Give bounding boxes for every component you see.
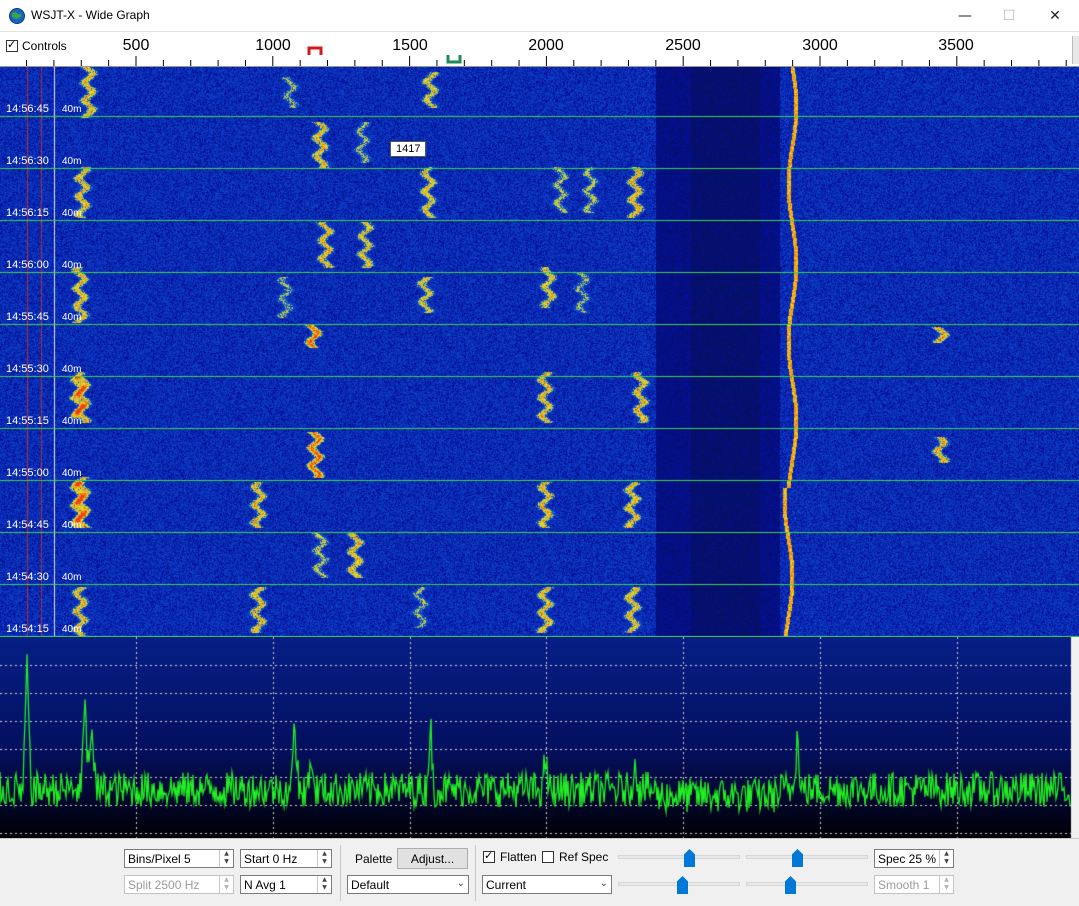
waterfall-band-label: 40m	[62, 260, 82, 271]
chevron-down-icon: ⌄	[456, 878, 465, 889]
waterfall-zero-slider[interactable]	[746, 847, 868, 869]
waterfall-band-label: 40m	[62, 104, 82, 115]
n-avg-value: N Avg 1	[244, 877, 286, 892]
start-frequency-arrows[interactable]: ▲ ▼	[317, 850, 331, 867]
smooth-value: Smooth 1	[878, 877, 930, 892]
waterfall-display[interactable]: 14:56:45 40m 14:56:30 40m 14:56:15 40m 14:56:0…	[0, 67, 1079, 637]
waterfall-timestamp: 14:56:15	[6, 207, 49, 219]
spec-percent-value: Spec 25 %	[878, 851, 937, 866]
palette-select-value: Default	[351, 877, 390, 892]
waterfall-gain-slider[interactable]	[618, 847, 740, 869]
waterfall-timestamp: 14:54:45	[6, 519, 49, 531]
scale-scrollbar[interactable]	[1072, 36, 1079, 64]
chevron-down-icon: ⌄	[599, 878, 608, 889]
split-spinbox: Split 2500 Hz ▲ ▼	[124, 875, 234, 894]
start-frequency-spinbox[interactable]: Start 0 Hz ▲ ▼	[240, 849, 332, 868]
waterfall-timestamp: 14:54:15	[6, 623, 49, 635]
waterfall-timestamp: 14:55:45	[6, 311, 49, 323]
spectrum-canvas[interactable]	[0, 637, 1079, 838]
title-bar: WSJT-X - Wide Graph — ☐ ✕	[0, 0, 1079, 32]
spec-percent-spinbox[interactable]: Spec 25 % ▲ ▼	[874, 849, 954, 868]
slider-thumb[interactable]	[792, 849, 803, 867]
waterfall-band-label: 40m	[62, 624, 82, 635]
start-frequency-value: Start 0 Hz	[244, 851, 298, 866]
waterfall-timestamp: 14:56:30	[6, 155, 49, 167]
ref-spec-checkbox[interactable]: Ref Spec	[542, 850, 608, 864]
spectrum-mode-value: Current	[486, 877, 527, 892]
waterfall-band-label: 40m	[62, 520, 82, 531]
waterfall-timestamp: 14:56:00	[6, 259, 49, 271]
waterfall-band-label: 40m	[62, 208, 82, 219]
spectrum-zero-slider[interactable]	[746, 874, 868, 896]
slider-thumb[interactable]	[677, 876, 688, 894]
slider-thumb[interactable]	[785, 876, 796, 894]
smooth-arrows: ▲ ▼	[939, 876, 953, 893]
waterfall-canvas[interactable]	[0, 67, 1079, 637]
split-value: Split 2500 Hz	[128, 877, 200, 892]
close-button[interactable]: ✕	[1032, 0, 1078, 32]
waterfall-band-label: 40m	[62, 312, 82, 323]
frequency-tooltip: 1417	[390, 141, 427, 157]
waterfall-band-label: 40m	[62, 364, 82, 375]
ref-spec-label: Ref Spec	[559, 850, 609, 864]
minimize-button[interactable]: —	[942, 0, 988, 32]
spectrum-mode-select[interactable]: Current ⌄	[482, 875, 612, 894]
rx-frequency-marker[interactable]	[307, 46, 323, 56]
flatten-checkbox[interactable]: Flatten	[483, 849, 537, 864]
controls-panel: Bins/Pixel 5 ▲ ▼ Start 0 Hz ▲ ▼ Split 2500…	[0, 838, 1079, 906]
maximize-button[interactable]: ☐	[986, 0, 1032, 32]
waterfall-timestamp: 14:55:30	[6, 363, 49, 375]
waterfall-timestamp: 14:54:30	[6, 571, 49, 583]
tx-frequency-marker[interactable]	[446, 54, 462, 64]
separator	[340, 845, 341, 901]
palette-label: Palette	[355, 852, 393, 866]
slider-thumb[interactable]	[684, 849, 695, 867]
frequency-scale[interactable]: Controls 500 1000 1500 2000 2500 3000 35…	[0, 32, 1079, 67]
n-avg-spinbox[interactable]: N Avg 1 ▲ ▼	[240, 875, 332, 894]
waterfall-band-label: 40m	[62, 572, 82, 583]
spectrum-gain-slider[interactable]	[618, 874, 740, 896]
bins-per-pixel-spinbox[interactable]: Bins/Pixel 5 ▲ ▼	[124, 849, 234, 868]
bins-per-pixel-arrows[interactable]: ▲ ▼	[219, 850, 233, 867]
smooth-spinbox: Smooth 1 ▲ ▼	[874, 875, 954, 894]
adjust-palette-button[interactable]: Adjust...	[397, 848, 468, 869]
globe-icon	[9, 8, 25, 24]
flatten-label: Flatten	[500, 850, 537, 864]
waterfall-band-label: 40m	[62, 468, 82, 479]
n-avg-arrows[interactable]: ▲ ▼	[317, 876, 331, 893]
bins-per-pixel-value: Bins/Pixel 5	[128, 851, 191, 866]
palette-select[interactable]: Default ⌄	[347, 875, 469, 894]
ref-spec-checkbox-box[interactable]	[542, 851, 554, 863]
flatten-checkbox-box[interactable]	[483, 849, 495, 863]
waterfall-timestamp: 14:56:45	[6, 103, 49, 115]
waterfall-band-label: 40m	[62, 156, 82, 167]
scale-ticks	[26, 56, 1067, 66]
waterfall-timestamp: 14:55:00	[6, 467, 49, 479]
spec-percent-arrows[interactable]: ▲ ▼	[939, 850, 953, 867]
split-arrows: ▲ ▼	[219, 876, 233, 893]
separator	[475, 845, 476, 901]
waterfall-timestamp: 14:55:15	[6, 415, 49, 427]
spectrum-display[interactable]	[0, 637, 1079, 838]
waterfall-band-label: 40m	[62, 416, 82, 427]
window-title: WSJT-X - Wide Graph	[31, 8, 150, 22]
